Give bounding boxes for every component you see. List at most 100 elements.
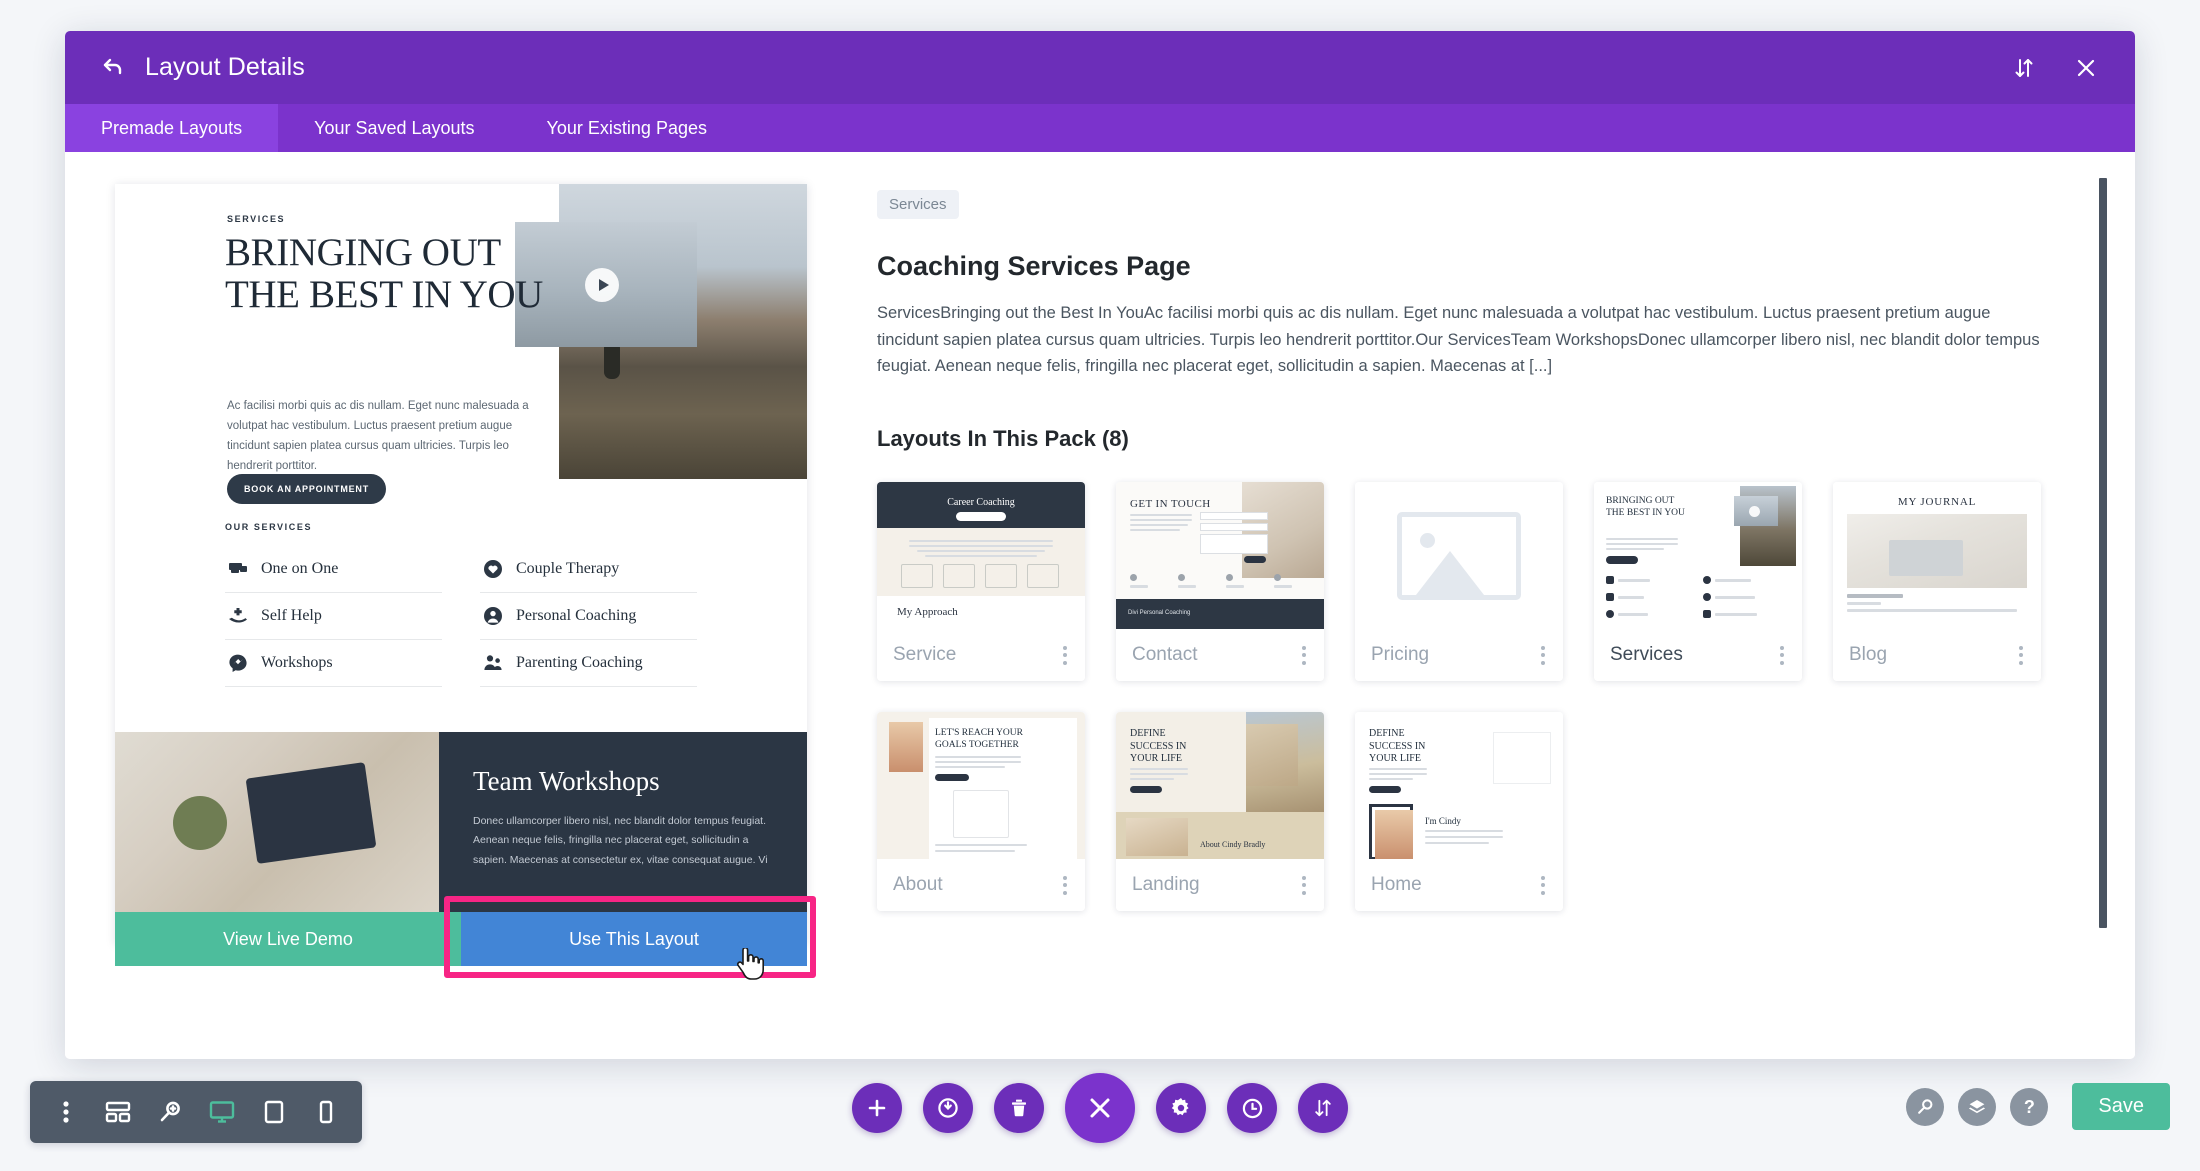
layout-card-bar: About [877, 859, 1085, 912]
history-icon[interactable] [1227, 1083, 1277, 1133]
layout-card-bar: Blog [1833, 629, 2041, 682]
play-icon [585, 268, 619, 302]
layout-card-name: Contact [1132, 644, 1198, 666]
layout-options-icon[interactable] [2015, 642, 2027, 669]
view-live-demo-button[interactable]: View Live Demo [115, 912, 461, 966]
zoom-icon[interactable] [144, 1081, 196, 1143]
layout-options-icon[interactable] [1537, 872, 1549, 899]
center-tool-group [852, 1073, 1348, 1143]
thumb-subtitle: My Approach [897, 606, 958, 619]
thumb-title: GET IN TOUCH [1130, 498, 1211, 511]
kebab-menu-icon[interactable] [40, 1081, 92, 1143]
trash-button[interactable] [994, 1083, 1044, 1133]
power-toggle-button[interactable] [923, 1083, 973, 1133]
thumb-title: DEFINE SUCCESS IN YOUR LIFE [1130, 728, 1187, 765]
search-icon[interactable] [1906, 1087, 1945, 1126]
layout-card-name: Landing [1132, 874, 1200, 896]
layout-card-contact[interactable]: GET IN TOUCH Divi Personal Coaching Cont… [1116, 482, 1324, 682]
close-editor-button[interactable] [1065, 1073, 1135, 1143]
layout-options-icon[interactable] [1776, 642, 1788, 669]
layout-preview-column: SERVICES BRINGING OUT THE BEST IN YOU Ac… [65, 152, 825, 1059]
layout-options-icon[interactable] [1537, 642, 1549, 669]
thumb-title: BRINGING OUT THE BEST IN YOU [1606, 496, 1685, 519]
layout-thumbnail: LET'S REACH YOUR GOALS TOGETHER [877, 712, 1085, 860]
sort-updown-icon[interactable] [1298, 1083, 1348, 1133]
hand-plus-icon [227, 605, 249, 627]
layers-icon[interactable] [1958, 1087, 1997, 1126]
layout-options-icon[interactable] [1298, 872, 1310, 899]
layout-thumbnail [1355, 482, 1563, 630]
layout-card-name: Service [893, 644, 957, 666]
use-this-layout-button[interactable]: Use This Layout [461, 912, 807, 966]
layout-thumbnail: GET IN TOUCH Divi Personal Coaching [1116, 482, 1324, 630]
thumb-title: MY JOURNAL [1897, 496, 1977, 509]
layout-card-pricing[interactable]: Pricing [1355, 482, 1563, 682]
layout-card-blog[interactable]: MY JOURNAL Blog [1833, 482, 2041, 682]
layout-options-icon[interactable] [1059, 872, 1071, 899]
tablet-icon[interactable] [248, 1081, 300, 1143]
layout-thumbnail: BRINGING OUT THE BEST IN YOU [1594, 482, 1802, 630]
help-icon[interactable]: ? [2010, 1087, 2049, 1126]
tab-label: Your Existing Pages [546, 117, 707, 138]
tab-your-saved-layouts[interactable]: Your Saved Layouts [278, 104, 510, 152]
layout-card-about[interactable]: LET'S REACH YOUR GOALS TOGETHER About [877, 712, 1085, 912]
save-button[interactable]: Save [2072, 1083, 2170, 1130]
left-tool-group [30, 1081, 362, 1143]
layout-card-name: Pricing [1371, 644, 1430, 666]
thumb-footer: Divi Personal Coaching [1128, 610, 1191, 617]
thumb-title: DEFINE SUCCESS IN YOUR LIFE [1369, 728, 1426, 765]
layout-thumbnail: DEFINE SUCCESS IN YOUR LIFE I'm Cindy [1355, 712, 1563, 860]
layout-thumbnail: DEFINE SUCCESS IN YOUR LIFE About Cindy … [1116, 712, 1324, 860]
back-arrow-icon[interactable] [93, 48, 133, 88]
layout-options-icon[interactable] [1059, 642, 1071, 669]
layout-card-bar: Home [1355, 859, 1563, 912]
phone-icon[interactable] [300, 1081, 352, 1143]
layout-preview-frame[interactable]: SERVICES BRINGING OUT THE BEST IN YOU Ac… [115, 184, 807, 944]
layout-card-home[interactable]: DEFINE SUCCESS IN YOUR LIFE I'm Cindy Ho… [1355, 712, 1563, 912]
layout-thumbnail: Career Coaching My Approach [877, 482, 1085, 630]
preview-services-section: OUR SERVICES One on One Couple Therapy S… [115, 522, 807, 687]
layout-card-landing[interactable]: DEFINE SUCCESS IN YOUR LIFE About Cindy … [1116, 712, 1324, 912]
services-grid: One on One Couple Therapy Self Help Pers… [225, 546, 697, 687]
service-item-one-on-one: One on One [225, 546, 442, 593]
desktop-icon[interactable] [196, 1081, 248, 1143]
tab-your-existing-pages[interactable]: Your Existing Pages [511, 104, 743, 152]
service-item-parenting-coaching: Parenting Coaching [480, 640, 697, 687]
service-label: Workshops [261, 654, 333, 671]
chat-bolt-icon [227, 652, 249, 674]
layout-card-services[interactable]: BRINGING OUT THE BEST IN YOU Services [1594, 482, 1802, 682]
thumb-title: LET'S REACH YOUR GOALS TOGETHER [935, 728, 1023, 751]
layout-card-name: Blog [1849, 644, 1888, 666]
layout-description: ServicesBringing out the Best In YouAc f… [877, 304, 2040, 376]
service-item-workshops: Workshops [225, 640, 442, 687]
handshake-icon [227, 558, 249, 580]
team-paragraph: Donec ullamcorper libero nisl, nec bland… [473, 814, 768, 866]
help-glyph: ? [2023, 1096, 2035, 1117]
service-item-personal-coaching: Personal Coaching [480, 593, 697, 640]
layout-card-bar: Service [877, 629, 1085, 682]
layout-card-name: About [893, 874, 943, 896]
detail-scrollbar[interactable] [2099, 178, 2107, 928]
right-tool-group: ? Save [1906, 1083, 2170, 1130]
service-label: Personal Coaching [516, 607, 637, 624]
wireframe-icon[interactable] [92, 1081, 144, 1143]
layout-thumbnail: MY JOURNAL [1833, 482, 2041, 630]
tab-premade-layouts[interactable]: Premade Layouts [65, 104, 279, 152]
service-label: Self Help [261, 607, 322, 624]
hero-cta-button[interactable]: BOOK AN APPOINTMENT [227, 474, 387, 504]
service-label: One on One [261, 560, 339, 577]
sort-updown-icon[interactable] [2009, 53, 2039, 83]
layout-card-service[interactable]: Career Coaching My Approach Service [877, 482, 1085, 682]
people-icon [482, 652, 504, 674]
services-section-title: OUR SERVICES [225, 522, 313, 532]
service-label: Couple Therapy [516, 560, 620, 577]
thumb-subtitle: I'm Cindy [1425, 816, 1461, 827]
layout-title: Coaching Services Page [877, 251, 1191, 281]
layout-card-name: Home [1371, 874, 1422, 896]
add-module-button[interactable] [852, 1083, 902, 1133]
category-badge: Services [877, 190, 959, 219]
layout-options-icon[interactable] [1298, 642, 1310, 669]
layouts-grid: Career Coaching My Approach Service GET … [877, 482, 2075, 912]
gear-icon[interactable] [1156, 1083, 1206, 1133]
close-icon[interactable] [2071, 53, 2101, 83]
